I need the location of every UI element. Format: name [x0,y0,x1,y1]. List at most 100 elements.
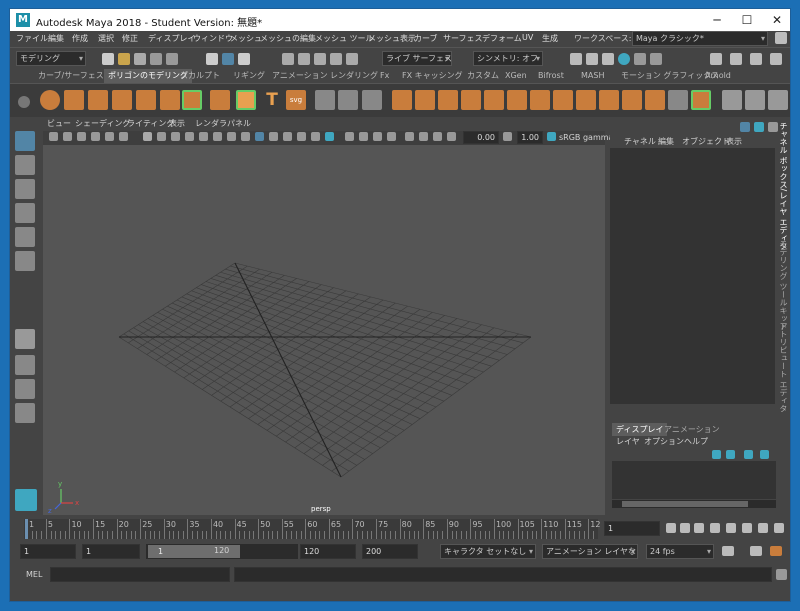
combine-icon[interactable] [392,90,412,110]
menu-file[interactable]: ファイル [16,33,48,44]
menu-edit[interactable]: 編集 [48,33,64,44]
panel-menu-view[interactable]: ビュー [47,118,71,129]
layer-menu-layers[interactable]: レイヤ [616,436,640,447]
gate-mask-icon[interactable] [185,132,194,141]
platonic-solid-icon[interactable] [210,90,230,110]
tool-settings-icon[interactable] [750,53,762,65]
current-time-marker[interactable] [25,519,28,539]
side-tab-channel-box[interactable]: チャネル ボックス/レイヤ エディタ [778,122,789,250]
poly-torus-icon[interactable] [136,90,156,110]
shelf-tab-rigging[interactable]: リギング [229,69,269,83]
menu-mesh[interactable]: メッシュ [230,33,262,44]
camera-attributes-icon[interactable] [63,132,72,141]
cut-faces-icon[interactable] [722,90,742,110]
bookmark-icon[interactable] [77,132,86,141]
animation-layer-dropdown[interactable]: アニメーション レイヤなし [542,544,638,559]
separate-icon[interactable] [415,90,435,110]
layer-scrollbar[interactable] [612,500,776,508]
2d-pan-zoom-icon[interactable] [105,132,114,141]
shelf-tab-fx-caching[interactable]: FX キャッシング [398,69,467,83]
loop-icon[interactable] [722,546,734,556]
motion-blur-icon[interactable] [359,132,368,141]
animation-preferences-icon[interactable] [770,546,782,556]
script-editor-icon[interactable] [776,569,787,580]
render-view-icon[interactable] [634,53,646,65]
menu-mesh-display[interactable]: メッシュ表示 [368,33,416,44]
layer-tab-animation[interactable]: アニメーション [664,424,720,435]
use-all-lights-icon[interactable] [297,132,306,141]
step-forward-frame-icon[interactable] [742,523,752,533]
outliner-icon[interactable] [15,403,35,423]
mirror-icon[interactable] [438,90,458,110]
channels-menu[interactable]: チャネル [624,136,656,147]
poke-icon[interactable] [645,90,665,110]
shelf-tab-arnold[interactable]: Arnold [701,69,735,83]
shelf-tab-xgen[interactable]: XGen [501,69,531,83]
time-ruler[interactable]: 1 5 10 15 20 25 30 35 40 45 50 55 60 65 70 75 80 85 90 95 10… [24,519,600,539]
snap-surface-icon[interactable] [346,53,358,65]
channel-object-menu[interactable]: オブジェクト [682,136,730,147]
layer-list[interactable] [612,461,776,499]
step-back-frame-icon[interactable] [694,523,704,533]
uv-tool-icon[interactable] [362,90,382,110]
new-scene-icon[interactable] [102,53,114,65]
reduce-icon[interactable] [484,90,504,110]
grease-pencil-icon[interactable] [119,132,128,141]
ipr-render-icon[interactable] [586,53,598,65]
multi-cut-icon[interactable] [315,90,335,110]
xray-active-icon[interactable] [433,132,442,141]
pause-icon[interactable] [650,53,662,65]
poly-sphere-icon[interactable] [40,90,60,110]
shelf-tab-mash[interactable]: MASH [577,69,608,83]
select-object-icon[interactable] [222,53,234,65]
current-frame-field[interactable]: 1 [604,521,660,536]
layer-menu-options[interactable]: オプション [644,436,684,447]
shadows-icon[interactable] [311,132,320,141]
panel-menu-lighting[interactable]: ライティング [127,118,174,129]
snap-view-icon[interactable] [330,53,342,65]
channel-box-icon[interactable] [770,53,782,65]
single-perspective-view-icon[interactable] [15,329,35,349]
close-button[interactable]: ✕ [762,9,790,31]
panel-menu-renderer[interactable]: レンダラ [195,118,227,129]
panel-menu-shading[interactable]: シェーディング [75,118,130,129]
step-forward-key-icon[interactable] [758,523,768,533]
animation-start-field[interactable]: 1 [20,544,76,559]
menu-set-dropdown[interactable]: モデリング [16,51,86,66]
poly-disc-icon[interactable] [182,90,202,110]
grid-toggle-icon[interactable] [143,132,152,141]
xray-joints-icon[interactable] [419,132,428,141]
safe-action-icon[interactable] [213,132,222,141]
channel-box[interactable] [610,148,775,404]
shelf-tab-bifrost[interactable]: Bifrost [534,69,568,83]
animation-end-field[interactable]: 200 [362,544,418,559]
scale-tool-icon[interactable] [15,251,35,271]
shelf-tab-curves[interactable]: カーブ/サーフェス [34,69,108,83]
append-polygon-icon[interactable] [599,90,619,110]
select-component-icon[interactable] [238,53,250,65]
menu-select[interactable]: 選択 [98,33,114,44]
channel-box-toggle-icon[interactable] [740,122,750,132]
playback-start-field[interactable]: 1 [82,544,140,559]
new-layer-icon[interactable] [760,450,769,459]
new-layer-selected-icon[interactable] [744,450,753,459]
bridge-icon[interactable] [507,90,527,110]
resolution-gate-icon[interactable] [171,132,180,141]
snap-point-icon[interactable] [314,53,326,65]
shelf-tab-fx[interactable]: Fx [376,69,393,83]
modeling-toolkit-toggle-icon[interactable] [754,122,764,132]
target-weld-icon[interactable] [745,90,765,110]
menu-modify[interactable]: 修正 [122,33,138,44]
snap-curve-icon[interactable] [298,53,310,65]
script-language-button[interactable]: MEL [26,570,42,579]
wireframe-on-shaded-icon[interactable] [269,132,278,141]
boolean-icon[interactable] [691,90,711,110]
x-ray-icon[interactable] [325,132,334,141]
camera-select-icon[interactable] [49,132,58,141]
poly-cylinder-icon[interactable] [88,90,108,110]
film-gate-icon[interactable] [157,132,166,141]
side-tab-modeling-toolkit[interactable]: モデリング ツールキット [778,240,789,331]
image-plane-icon[interactable] [91,132,100,141]
vertex-tool-icon[interactable] [338,90,358,110]
two-view-layout-icon[interactable] [15,379,35,399]
